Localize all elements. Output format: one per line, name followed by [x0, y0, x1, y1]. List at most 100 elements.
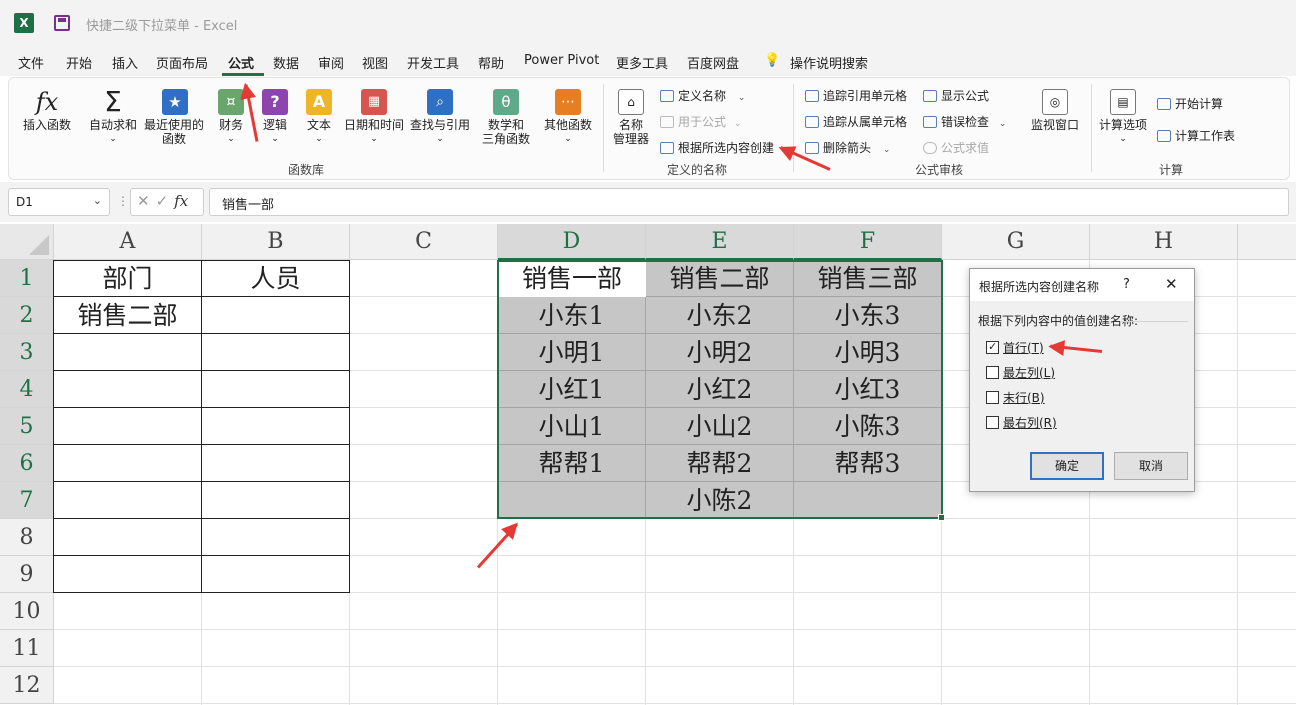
formula-input[interactable]: 销售一部: [209, 188, 1289, 216]
cell-a9[interactable]: [54, 556, 202, 593]
select-all-button[interactable]: [0, 224, 54, 260]
checkbox-unchecked-icon[interactable]: [986, 416, 999, 429]
row-header-10[interactable]: 10: [0, 593, 54, 630]
calculate-sheet-button[interactable]: 计算工作表: [1157, 127, 1235, 144]
fill-handle[interactable]: [938, 514, 945, 521]
calculation-options-button[interactable]: ▤ 计算选项 ⌄: [1095, 86, 1151, 146]
row-header-2[interactable]: 2: [0, 297, 54, 334]
trace-dependents-button[interactable]: 追踪从属单元格: [805, 113, 907, 130]
cell-b6[interactable]: [202, 445, 350, 482]
cell-f3[interactable]: 小明3: [794, 334, 942, 371]
tab-file[interactable]: 文件: [18, 53, 44, 72]
column-header-f[interactable]: F: [794, 224, 942, 260]
checkbox-checked-icon[interactable]: [986, 340, 999, 354]
row-header-12[interactable]: 12: [0, 667, 54, 704]
lookup-reference-button[interactable]: ⌕ 查找与引用 ⌄: [409, 86, 471, 146]
tab-formulas[interactable]: 公式: [228, 53, 254, 72]
cell-d1[interactable]: 销售一部: [498, 260, 646, 297]
datetime-button[interactable]: ▦ 日期和时间 ⌄: [343, 86, 405, 146]
cell-b2[interactable]: [202, 297, 350, 334]
cell-d5[interactable]: 小山1: [498, 408, 646, 445]
column-header-d[interactable]: D: [498, 224, 646, 260]
calculate-now-button[interactable]: 开始计算: [1157, 95, 1223, 112]
name-box[interactable]: D1 ⌄: [8, 188, 110, 216]
cell-b9[interactable]: [202, 556, 350, 593]
cell-b5[interactable]: [202, 408, 350, 445]
column-header-c[interactable]: C: [350, 224, 498, 260]
row-header-4[interactable]: 4: [0, 371, 54, 408]
use-in-formula-button[interactable]: 用于公式 ⌄: [660, 113, 741, 130]
checkbox-bottom-row[interactable]: 末行(B): [986, 389, 1045, 406]
cell-a8[interactable]: [54, 519, 202, 556]
cell-f6[interactable]: 帮帮3: [794, 445, 942, 482]
save-icon[interactable]: [54, 15, 70, 31]
checkbox-right-column[interactable]: 最右列(R): [986, 414, 1057, 431]
tab-insert[interactable]: 插入: [112, 53, 138, 72]
cell-d6[interactable]: 帮帮1: [498, 445, 646, 482]
logical-button[interactable]: ? 逻辑 ⌄: [257, 86, 293, 146]
create-from-selection-button[interactable]: 根据所选内容创建: [660, 139, 774, 156]
define-name-button[interactable]: 定义名称 ⌄: [660, 87, 745, 104]
column-header-a[interactable]: A: [54, 224, 202, 260]
tab-power-pivot[interactable]: Power Pivot: [524, 53, 599, 68]
row-header-9[interactable]: 9: [0, 556, 54, 593]
close-icon[interactable]: ✕: [1165, 275, 1178, 293]
checkbox-unchecked-icon[interactable]: [986, 366, 999, 379]
ok-button[interactable]: 确定: [1030, 452, 1104, 480]
checkbox-top-row[interactable]: 首行(T): [986, 339, 1044, 356]
evaluate-formula-button[interactable]: 公式求值: [923, 139, 989, 156]
cell-b8[interactable]: [202, 519, 350, 556]
cell-f7[interactable]: [794, 482, 942, 519]
tab-data[interactable]: 数据: [273, 53, 299, 72]
cell-e7[interactable]: 小陈2: [646, 482, 794, 519]
cancel-icon[interactable]: ✕: [137, 192, 156, 210]
cell-d3[interactable]: 小明1: [498, 334, 646, 371]
cell-a4[interactable]: [54, 371, 202, 408]
cell-e1[interactable]: 销售二部: [646, 260, 794, 297]
cell-e6[interactable]: 帮帮2: [646, 445, 794, 482]
column-header-g[interactable]: G: [942, 224, 1090, 260]
more-functions-button[interactable]: ⋯ 其他函数 ⌄: [541, 86, 595, 146]
cell-f4[interactable]: 小红3: [794, 371, 942, 408]
row-header-3[interactable]: 3: [0, 334, 54, 371]
column-header-i[interactable]: [1238, 224, 1296, 260]
row-header-5[interactable]: 5: [0, 408, 54, 445]
text-button[interactable]: A 文本 ⌄: [301, 86, 337, 146]
cell-b1[interactable]: 人员: [202, 260, 350, 297]
checkbox-left-column[interactable]: 最左列(L): [986, 364, 1055, 381]
row-header-7[interactable]: 7: [0, 482, 54, 519]
recently-used-button[interactable]: ★ 最近使用的 函数: [143, 86, 205, 146]
trace-precedents-button[interactable]: 追踪引用单元格: [805, 87, 907, 104]
cell-a6[interactable]: [54, 445, 202, 482]
cell-d2[interactable]: 小东1: [498, 297, 646, 334]
row-header-1[interactable]: 1: [0, 260, 54, 297]
cell-a7[interactable]: [54, 482, 202, 519]
cell-a5[interactable]: [54, 408, 202, 445]
cell-a2[interactable]: 销售二部: [54, 297, 202, 334]
tab-developer[interactable]: 开发工具: [407, 53, 459, 72]
cell-e3[interactable]: 小明2: [646, 334, 794, 371]
cell-d4[interactable]: 小红1: [498, 371, 646, 408]
cell-a3[interactable]: [54, 334, 202, 371]
cell-b3[interactable]: [202, 334, 350, 371]
column-header-h[interactable]: H: [1090, 224, 1238, 260]
tab-more-tools[interactable]: 更多工具: [616, 53, 668, 72]
row-header-11[interactable]: 11: [0, 630, 54, 667]
cell-f2[interactable]: 小东3: [794, 297, 942, 334]
tab-home[interactable]: 开始: [66, 53, 92, 72]
math-trig-button[interactable]: θ 数学和 三角函数: [475, 86, 537, 146]
tab-help[interactable]: 帮助: [478, 53, 504, 72]
tab-page-layout[interactable]: 页面布局: [156, 53, 208, 72]
tab-baidu-netdisk[interactable]: 百度网盘: [687, 53, 739, 72]
insert-function-button[interactable]: fx 插入函数: [21, 86, 73, 132]
tab-view[interactable]: 视图: [362, 53, 388, 72]
cell-d7[interactable]: [498, 482, 646, 519]
tell-me-search[interactable]: 操作说明搜索: [790, 53, 868, 72]
checkbox-unchecked-icon[interactable]: [986, 391, 999, 404]
cell-e5[interactable]: 小山2: [646, 408, 794, 445]
tab-review[interactable]: 审阅: [318, 53, 344, 72]
enter-icon[interactable]: ✓: [156, 192, 175, 210]
column-header-b[interactable]: B: [202, 224, 350, 260]
show-formulas-button[interactable]: 显示公式: [923, 87, 989, 104]
cell-f5[interactable]: 小陈3: [794, 408, 942, 445]
